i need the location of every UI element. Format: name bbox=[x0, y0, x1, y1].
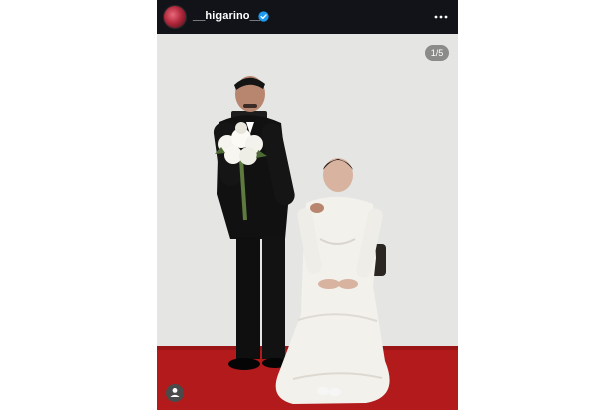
user-tag-icon[interactable] bbox=[166, 384, 184, 402]
profile-username[interactable]: __higarino__ bbox=[193, 10, 262, 22]
wedding-photo bbox=[157, 34, 458, 410]
verified-check-icon bbox=[258, 11, 269, 22]
profile-avatar[interactable] bbox=[164, 6, 186, 28]
post-header: __higarino__ bbox=[157, 0, 458, 34]
page-counter: 1/5 bbox=[425, 45, 449, 61]
instagram-post: __higarino__ 1/5 bbox=[157, 0, 458, 410]
post-photo[interactable]: 1/5 bbox=[157, 34, 458, 410]
more-dots-icon[interactable] bbox=[433, 10, 449, 24]
